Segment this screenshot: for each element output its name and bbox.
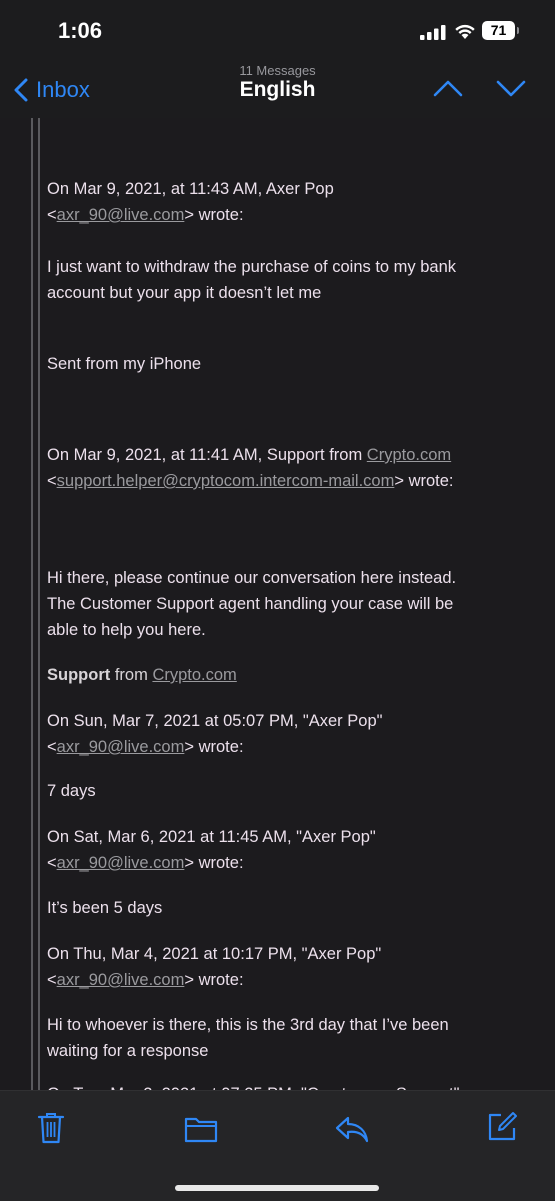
message-text: waiting for a response [47, 1042, 209, 1060]
message-text: It’s been 5 days [47, 899, 163, 917]
message-text: 7 days [47, 782, 96, 800]
message-text: I just want to withdraw the purchase of … [47, 258, 457, 276]
previous-message-chevron-up-icon[interactable] [432, 76, 464, 100]
quote-header: On Thu, Mar 4, 2021 at 10:17 PM, "Axer P… [47, 945, 382, 963]
message-text: The Customer Support agent handling your… [47, 595, 454, 613]
folder-icon[interactable] [184, 1115, 218, 1143]
quote-header: On Sat, Mar 6, 2021 at 11:45 AM, "Axer P… [47, 828, 376, 846]
email-link[interactable]: axr_90@live.com [57, 854, 185, 872]
quote-header-email: <axr_90@live.com> wrote: [47, 854, 244, 872]
crypto-link[interactable]: Crypto.com [367, 446, 451, 464]
quote-header-email: <axr_90@live.com> wrote: [47, 206, 244, 224]
email-link[interactable]: axr_90@live.com [57, 971, 185, 989]
signature-text: Sent from my iPhone [47, 355, 202, 373]
quote-header-email: <axr_90@live.com> wrote: [47, 971, 244, 989]
message-body[interactable]: On Mar 9, 2021, at 11:43 AM, Axer Pop <a… [0, 118, 555, 1090]
message-count: 11 Messages [239, 63, 316, 78]
quote-header: On Sun, Mar 7, 2021 at 05:07 PM, "Axer P… [47, 712, 383, 730]
cellular-signal-icon [420, 25, 446, 40]
wifi-icon [455, 24, 475, 39]
quote-bar [38, 118, 40, 1090]
compose-icon[interactable] [486, 1111, 518, 1143]
status-bar: 1:06 71 [0, 0, 555, 60]
quote-header-email: <support.helper@cryptocom.intercom-mail.… [47, 472, 454, 490]
thread-title: English [239, 78, 316, 101]
quote-header: On Tue, Mar 2, 2021 at 07:25 PM, "Crypto… [47, 1081, 517, 1090]
status-time: 1:06 [58, 18, 103, 43]
crypto-link[interactable]: Crypto.com [152, 666, 236, 684]
quote-header-email: <axr_90@live.com> wrote: [47, 738, 244, 756]
message-text: account but your app it doesn’t let me [47, 284, 322, 302]
quote-header: On Mar 9, 2021, at 11:41 AM, Support fro… [47, 446, 452, 464]
message-text: Hi to whoever is there, this is the 3rd … [47, 1016, 449, 1034]
email-link[interactable]: axr_90@live.com [57, 738, 185, 756]
message-text: able to help you here. [47, 621, 206, 639]
reply-icon[interactable] [335, 1115, 369, 1143]
support-signature: Support from Crypto.com [47, 666, 237, 684]
next-message-chevron-down-icon[interactable] [495, 76, 527, 100]
quote-bar [31, 118, 33, 1090]
trash-icon[interactable] [36, 1111, 66, 1145]
message-text: Hi there, please continue our conversati… [47, 569, 457, 587]
quote-header: On Mar 9, 2021, at 11:43 AM, Axer Pop [47, 180, 334, 198]
email-link[interactable]: axr_90@live.com [57, 206, 185, 224]
email-link[interactable]: support.helper@cryptocom.intercom-mail.c… [57, 472, 395, 490]
battery-indicator: 71 [482, 21, 519, 40]
navigation-bar: Inbox 11 Messages English [0, 60, 555, 118]
home-indicator [175, 1185, 379, 1191]
